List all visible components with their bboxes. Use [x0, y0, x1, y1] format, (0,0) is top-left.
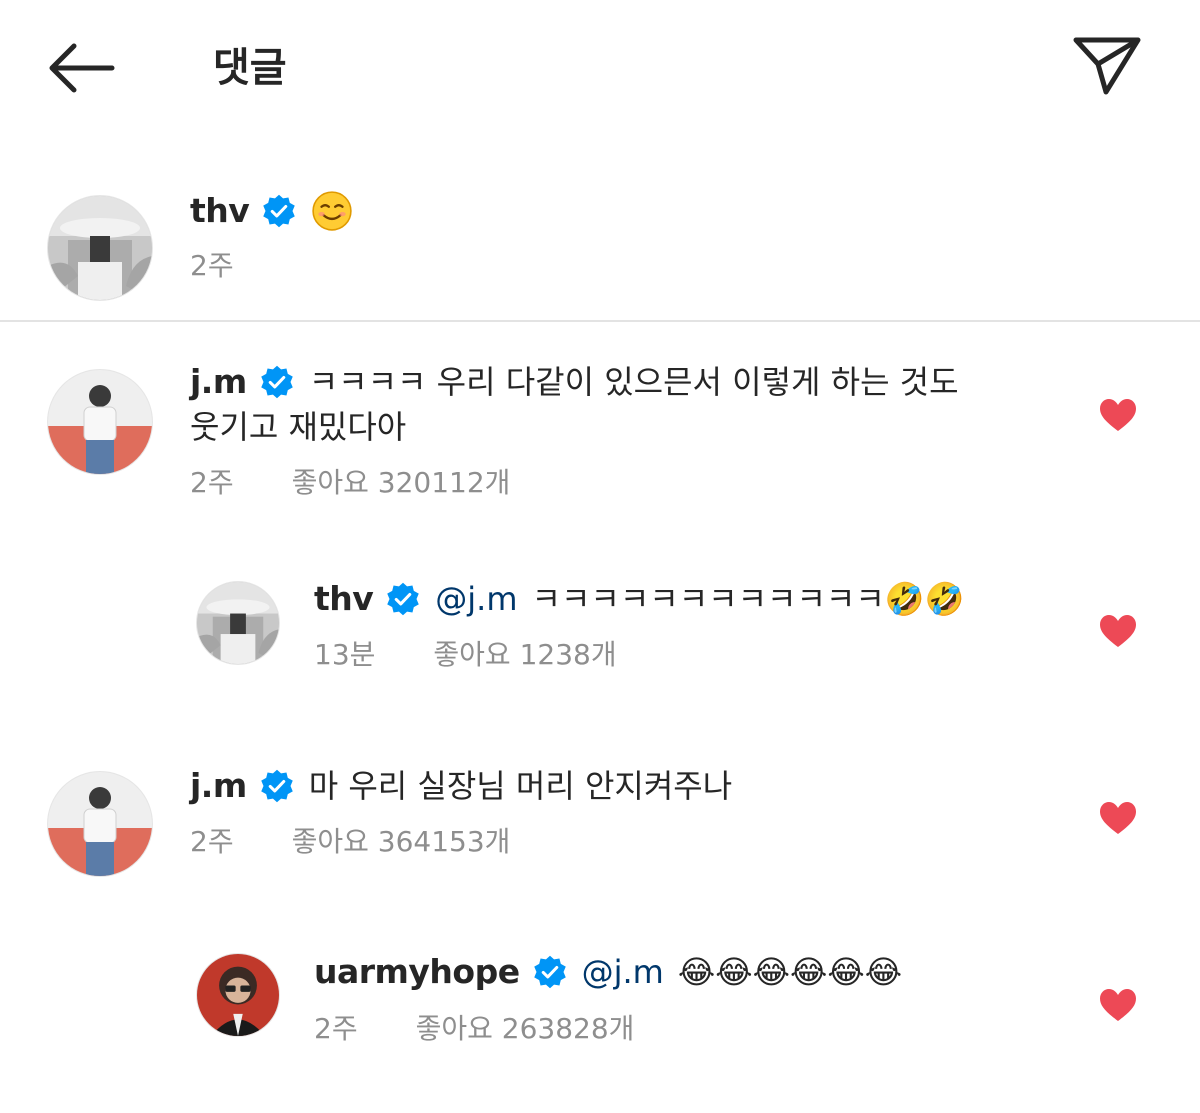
timestamp: 2주	[190, 466, 234, 499]
timestamp: 13분	[314, 638, 376, 671]
verified-badge-icon	[259, 364, 295, 400]
reply-meta: 2주 좋아요 263828개	[314, 1011, 634, 1047]
comment-header: j.m ㅋㅋㅋㅋ 우리 다같이 있으믄서 이렇게 하는 것도	[190, 362, 959, 402]
verified-badge-icon	[385, 581, 421, 617]
divider	[0, 320, 1200, 322]
verified-badge-icon	[261, 193, 297, 229]
reply-meta: 13분 좋아요 1238개	[314, 637, 617, 673]
comment-text: 😂😂😂😂😂😂	[677, 953, 903, 991]
mention-link[interactable]: @j.m	[435, 579, 517, 619]
comment-text: ㅋㅋㅋㅋㅋㅋㅋㅋㅋㅋㅋㅋ🤣🤣	[531, 580, 965, 618]
like-count[interactable]: 좋아요 320112개	[292, 465, 511, 501]
username[interactable]: uarmyhope	[314, 952, 520, 992]
caption-meta: 2주	[190, 248, 292, 284]
comment-text: ㅋㅋㅋㅋ 우리 다같이 있으믄서 이렇게 하는 것도	[308, 363, 959, 401]
heart-icon	[1100, 615, 1136, 647]
smiling-face-emoji-icon	[311, 190, 353, 232]
comment-meta: 2주 좋아요 320112개	[190, 465, 510, 501]
heart-icon	[1100, 399, 1136, 431]
like-count[interactable]: 좋아요 263828개	[416, 1011, 635, 1047]
like-button[interactable]	[1099, 988, 1137, 1022]
back-button[interactable]	[44, 40, 116, 96]
comment-meta: 2주 좋아요 364153개	[190, 824, 510, 860]
caption-header: thv	[190, 190, 353, 232]
like-button[interactable]	[1099, 614, 1137, 648]
username[interactable]: thv	[314, 579, 374, 619]
like-button[interactable]	[1099, 398, 1137, 432]
avatar-uarmyhope[interactable]	[196, 953, 280, 1037]
mention-link[interactable]: @j.m	[582, 952, 664, 992]
timestamp: 2주	[314, 1012, 358, 1045]
share-button[interactable]	[1068, 34, 1144, 98]
reply-header: uarmyhope @j.m 😂😂😂😂😂😂	[314, 952, 902, 992]
avatar-jm[interactable]	[47, 369, 153, 475]
timestamp: 2주	[190, 249, 234, 282]
avatar-jm[interactable]	[47, 771, 153, 877]
username[interactable]: j.m	[190, 766, 247, 806]
like-count[interactable]: 좋아요 1238개	[433, 637, 616, 673]
arrow-left-icon	[49, 43, 115, 93]
verified-badge-icon	[259, 768, 295, 804]
comment-text-continued: 웃기고 재밌다아	[190, 408, 407, 446]
username[interactable]: j.m	[190, 362, 247, 402]
heart-icon	[1100, 989, 1136, 1021]
paper-plane-icon	[1073, 37, 1141, 95]
timestamp: 2주	[190, 825, 234, 858]
avatar-thv[interactable]	[196, 581, 280, 665]
comment-text: 마 우리 실장님 머리 안지켜주나	[308, 767, 733, 805]
verified-badge-icon	[532, 954, 568, 990]
page-title: 댓글	[213, 45, 287, 91]
username[interactable]: thv	[190, 191, 250, 231]
like-button[interactable]	[1099, 801, 1137, 835]
like-count[interactable]: 좋아요 364153개	[292, 824, 511, 860]
avatar-thv[interactable]	[47, 195, 153, 301]
reply-header: thv @j.m ㅋㅋㅋㅋㅋㅋㅋㅋㅋㅋㅋㅋ🤣🤣	[314, 579, 964, 619]
heart-icon	[1100, 802, 1136, 834]
header-bar: 댓글	[0, 0, 1200, 135]
comment-header: j.m 마 우리 실장님 머리 안지켜주나	[190, 766, 732, 806]
